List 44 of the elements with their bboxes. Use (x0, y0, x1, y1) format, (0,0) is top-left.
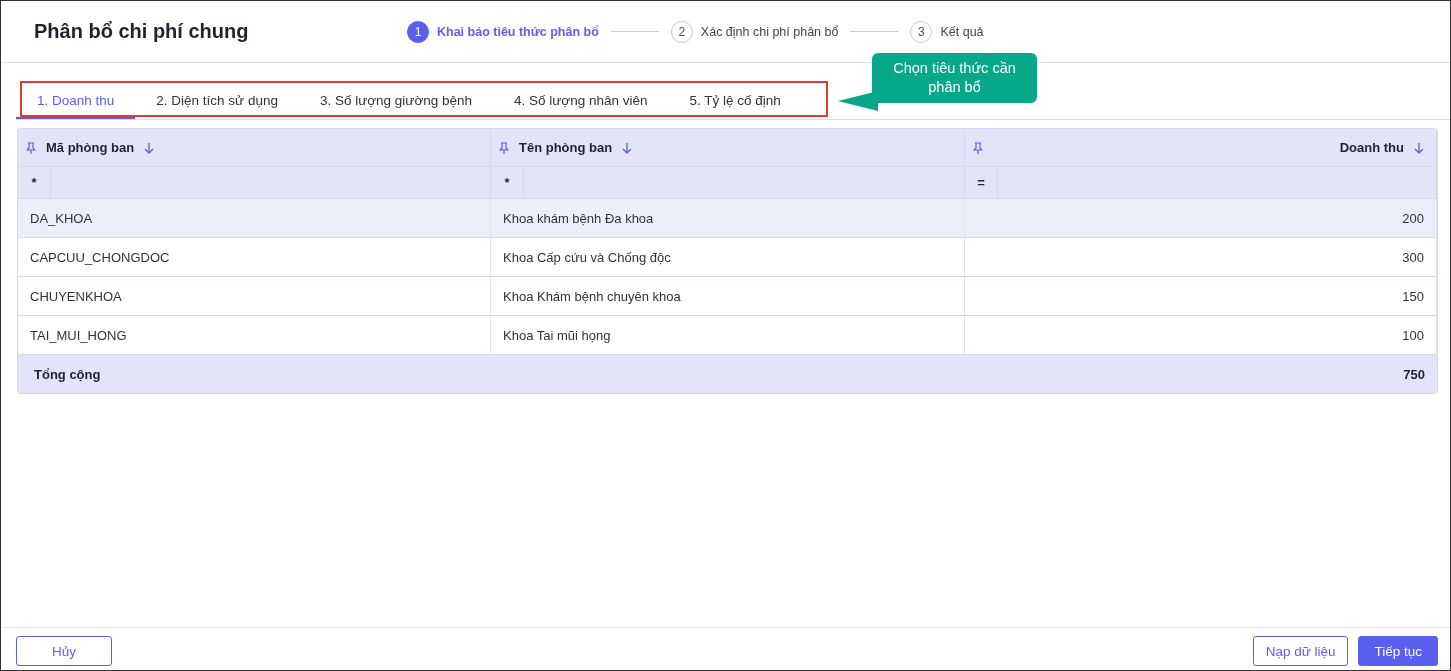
total-label: Tổng cộng (34, 366, 101, 382)
table-row[interactable]: CHUYENKHOA Khoa Khám bệnh chuyên khoa 150 (18, 277, 1437, 316)
table-cell: 200 (1402, 210, 1424, 226)
table-cell: TAI_MUI_HONG (30, 327, 127, 343)
sort-arrow-icon[interactable] (622, 141, 633, 154)
total-value: 750 (1403, 366, 1425, 382)
filter-operator[interactable]: * (491, 167, 524, 198)
tab[interactable]: 1. Doanh thu (16, 85, 136, 119)
column-header[interactable]: Mã phòng ban (46, 140, 135, 155)
table-cell: Khoa Khám bệnh chuyên khoa (503, 288, 681, 304)
table-row[interactable]: TAI_MUI_HONG Khoa Tai mũi họng 100 (18, 316, 1437, 355)
filter-operator[interactable]: = (965, 167, 998, 198)
table-cell: CHUYENKHOA (30, 288, 122, 304)
table-row[interactable]: CAPCUU_CHONGDOC Khoa Cấp cứu và Chống độc 300 (18, 238, 1437, 277)
sort-arrow-icon[interactable] (1414, 141, 1424, 154)
cancel-button[interactable]: Hủy (16, 636, 112, 666)
pin-icon[interactable] (499, 141, 509, 154)
page-title: Phân bổ chi phí chung (34, 20, 250, 43)
continue-button[interactable]: Tiếp tục (1358, 636, 1438, 666)
sort-arrow-icon[interactable] (144, 141, 155, 154)
tab[interactable]: 2. Diện tích sử dụng (135, 85, 299, 119)
tab[interactable]: 4. Số lượng nhân viên (493, 85, 669, 119)
table-cell: Khoa Tai mũi họng (503, 327, 611, 343)
table-cell: Khoa Cấp cứu và Chống độc (503, 249, 671, 265)
table-cell: CAPCUU_CHONGDOC (30, 249, 170, 265)
table-cell: 100 (1402, 327, 1424, 343)
column-header[interactable]: Doanh thu (1339, 140, 1404, 155)
step-number: 1 (407, 20, 429, 43)
pin-icon[interactable] (973, 141, 983, 154)
table-row[interactable]: DA_KHOA Khoa khám bệnh Đa khoa 200 (18, 199, 1437, 238)
callout-note: Chọn tiêu thức cần phân bổ (872, 53, 1037, 103)
table-cell: DA_KHOA (30, 210, 93, 226)
filter-operator[interactable]: * (18, 167, 51, 198)
table-cell: 150 (1402, 288, 1424, 304)
tab[interactable]: 5. Tỷ lệ cố định (668, 85, 802, 119)
load-data-button[interactable]: Nạp dữ liệu (1252, 636, 1349, 666)
step-label[interactable]: Kết quả (940, 24, 984, 39)
pin-icon[interactable] (26, 141, 36, 154)
tab[interactable]: 3. Số lượng giường bệnh (298, 85, 494, 119)
table-cell: 300 (1402, 249, 1424, 265)
table-cell: Khoa khám bệnh Đa khoa (503, 210, 654, 226)
column-header[interactable]: Tên phòng ban (519, 140, 613, 155)
step-label[interactable]: Xác định chi phí phân bổ (700, 24, 839, 39)
step-label[interactable]: Khai báo tiêu thức phân bổ (437, 24, 599, 39)
